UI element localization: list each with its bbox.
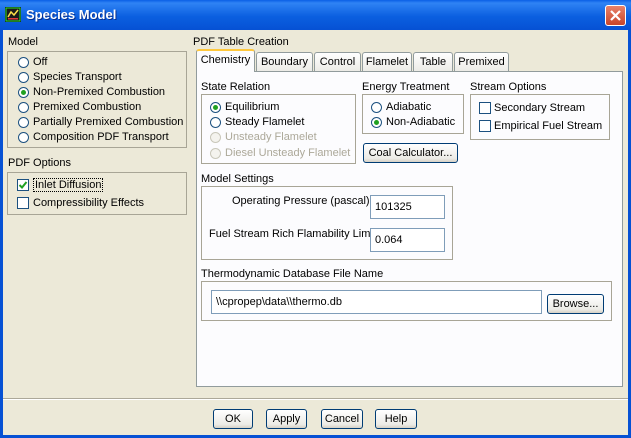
thermo-db-path-input[interactable]: \\cpropep\data\\thermo.db — [211, 290, 542, 314]
compressibility-effects-label[interactable]: Compressibility Effects — [33, 197, 144, 209]
ok-button[interactable]: OK — [213, 409, 253, 429]
close-icon — [610, 10, 621, 21]
model-settings-label: Model Settings — [201, 173, 274, 185]
tab-flamelet[interactable]: Flamelet — [362, 52, 412, 71]
option-species-transport[interactable]: Species Transport — [33, 71, 122, 83]
thermo-db-label: Thermodynamic Database File Name — [201, 268, 384, 280]
option-partially-premixed-combustion[interactable]: Partially Premixed Combustion — [33, 116, 183, 128]
radio-off[interactable] — [18, 57, 29, 68]
empirical-fuel-stream-checkbox[interactable] — [479, 120, 491, 132]
option-composition-pdf-transport[interactable]: Composition PDF Transport — [33, 131, 169, 143]
option-adiabatic[interactable]: Adiabatic — [386, 101, 431, 113]
rich-flamability-limit-input[interactable]: 0.064 — [370, 228, 445, 252]
model-label: Model — [8, 36, 38, 48]
window-title: Species Model — [26, 7, 117, 22]
option-diesel-unsteady-flamelet: Diesel Unsteady Flamelet — [225, 147, 351, 159]
selected-dot — [213, 105, 218, 110]
help-button[interactable]: Help — [375, 409, 417, 429]
separator — [3, 398, 628, 400]
radio-unsteady-flamelet — [210, 132, 221, 143]
operating-pressure-label: Operating Pressure (pascal) — [232, 195, 370, 207]
radio-diesel-unsteady-flamelet — [210, 148, 221, 159]
tab-chemistry[interactable]: Chemistry — [196, 49, 255, 72]
browse-button[interactable]: Browse... — [547, 294, 604, 314]
tab-premixed[interactable]: Premixed — [454, 52, 509, 71]
apply-button[interactable]: Apply — [266, 409, 307, 429]
energy-treatment-label: Energy Treatment — [362, 81, 450, 93]
pdf-options-label: PDF Options — [8, 157, 71, 169]
radio-premixed-combustion[interactable] — [18, 102, 29, 113]
empirical-fuel-stream-label[interactable]: Empirical Fuel Stream — [494, 120, 602, 132]
selected-dot — [374, 120, 379, 125]
option-premixed-combustion[interactable]: Premixed Combustion — [33, 101, 141, 113]
radio-species-transport[interactable] — [18, 72, 29, 83]
tab-table[interactable]: Table — [413, 52, 453, 71]
title-bar[interactable]: Species Model — [0, 0, 631, 30]
secondary-stream-label[interactable]: Secondary Stream — [494, 102, 585, 114]
radio-steady-flamelet[interactable] — [210, 117, 221, 128]
cancel-button[interactable]: Cancel — [321, 409, 363, 429]
compressibility-effects-checkbox[interactable] — [17, 197, 29, 209]
radio-adiabatic[interactable] — [371, 102, 382, 113]
option-unsteady-flamelet: Unsteady Flamelet — [225, 131, 317, 143]
pdf-table-creation-label: PDF Table Creation — [193, 36, 289, 48]
species-model-dialog: Species Model Model Off Species Transpor… — [0, 0, 631, 438]
radio-partially-premixed-combustion[interactable] — [18, 117, 29, 128]
radio-non-premixed-combustion[interactable] — [18, 87, 29, 98]
stream-options-group — [470, 94, 610, 140]
operating-pressure-input[interactable]: 101325 — [370, 195, 445, 219]
option-off[interactable]: Off — [33, 56, 47, 68]
option-non-adiabatic[interactable]: Non-Adiabatic — [386, 116, 455, 128]
window-frame-left — [0, 30, 3, 438]
checkmark-icon — [18, 181, 28, 189]
state-relation-label: State Relation — [201, 81, 271, 93]
selected-dot — [21, 90, 26, 95]
inlet-diffusion-checkbox[interactable] — [17, 179, 29, 191]
radio-composition-pdf-transport[interactable] — [18, 132, 29, 143]
radio-non-adiabatic[interactable] — [371, 117, 382, 128]
rich-flamability-limit-label: Fuel Stream Rich Flamability Limit — [209, 228, 376, 240]
energy-treatment-group — [362, 94, 464, 134]
tab-boundary[interactable]: Boundary — [256, 52, 313, 71]
tab-control[interactable]: Control — [314, 52, 361, 71]
app-icon — [5, 7, 21, 22]
option-non-premixed-combustion[interactable]: Non-Premixed Combustion — [33, 86, 165, 98]
coal-calculator-button[interactable]: Coal Calculator... — [363, 143, 458, 163]
inlet-diffusion-label[interactable]: Inlet Diffusion — [33, 178, 104, 192]
radio-equilibrium[interactable] — [210, 102, 221, 113]
option-steady-flamelet[interactable]: Steady Flamelet — [225, 116, 304, 128]
close-button[interactable] — [605, 5, 626, 26]
stream-options-label: Stream Options — [470, 81, 547, 93]
option-equilibrium[interactable]: Equilibrium — [225, 101, 279, 113]
secondary-stream-checkbox[interactable] — [479, 102, 491, 114]
